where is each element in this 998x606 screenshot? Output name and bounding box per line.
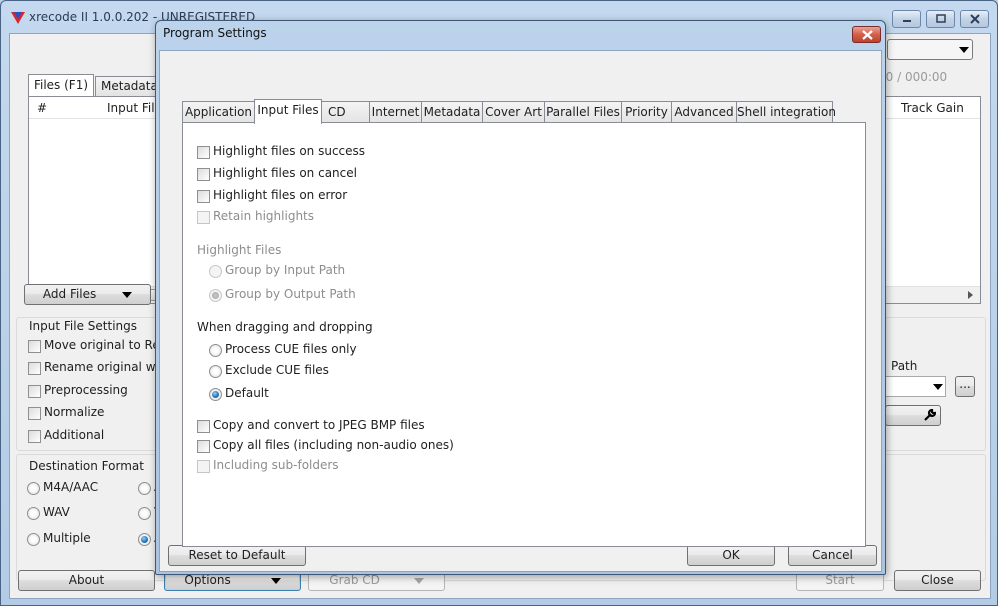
normalize-label: Normalize — [44, 405, 105, 419]
profile-dropdown[interactable] — [887, 39, 973, 60]
additional-checkbox[interactable] — [28, 430, 41, 443]
add-files-label: Add Files — [42, 287, 97, 301]
main-close-window-button[interactable] — [960, 10, 989, 28]
default-radio[interactable] — [209, 388, 222, 401]
process-cue-only-label: Process CUE files only — [225, 342, 357, 356]
chevron-down-icon — [413, 577, 424, 584]
group-by-output-path-label: Group by Output Path — [225, 287, 356, 301]
xrecode-app-icon — [11, 12, 25, 24]
preprocessing-checkbox[interactable] — [28, 385, 41, 398]
highlight-error-label: Highlight files on error — [213, 188, 348, 202]
input-files-tab-page: Highlight files on success Highlight fil… — [182, 122, 866, 547]
minimize-icon — [902, 20, 911, 22]
group-by-input-path-radio — [209, 265, 222, 278]
wrench-icon — [924, 409, 936, 421]
dialog-close-button[interactable] — [852, 26, 881, 43]
normalize-checkbox[interactable] — [28, 407, 41, 420]
ok-button[interactable]: OK — [687, 545, 775, 566]
tab-advanced[interactable]: Advanced — [671, 101, 737, 123]
tab-internet[interactable]: Internet — [369, 101, 422, 123]
highlight-success-checkbox[interactable] — [197, 146, 210, 159]
maximize-icon — [935, 14, 946, 23]
tab-parallel-files[interactable]: Parallel Files — [544, 101, 622, 123]
tab-cd[interactable]: CD — [321, 101, 370, 123]
multiple-label: Multiple — [43, 531, 91, 545]
about-button[interactable]: About — [18, 570, 155, 591]
tab-cover-art[interactable]: Cover Art — [482, 101, 545, 123]
drag-drop-title: When dragging and dropping — [197, 320, 373, 334]
move-original-checkbox[interactable] — [28, 340, 41, 353]
exclude-cue-radio[interactable] — [209, 365, 222, 378]
rename-original-checkbox[interactable] — [28, 362, 41, 375]
chevron-down-icon — [270, 577, 281, 584]
additional-label: Additional — [44, 428, 105, 442]
column-input-file[interactable]: Input File — [107, 101, 162, 115]
maximize-button[interactable] — [926, 10, 955, 28]
copy-convert-jpeg-label: Copy and convert to JPEG BMP files — [213, 418, 425, 432]
exclude-cue-label: Exclude CUE files — [225, 363, 329, 377]
cancel-button[interactable]: Cancel — [788, 545, 877, 566]
output-path-field[interactable] — [885, 376, 946, 397]
destination-format-title: Destination Format — [29, 459, 144, 473]
chevron-down-icon — [122, 291, 133, 298]
highlight-files-title: Highlight Files — [197, 243, 282, 257]
path-label: Path — [891, 359, 918, 373]
preprocessing-label: Preprocessing — [44, 383, 128, 397]
retain-highlights-label: Retain highlights — [213, 209, 315, 223]
dialog-client-area: Application Input Files CD Internet Meta… — [159, 50, 882, 572]
separator — [193, 409, 854, 410]
format-radio-col2-1[interactable] — [138, 482, 151, 495]
copy-all-files-label: Copy all files (including non-audio ones… — [213, 438, 454, 452]
chevron-down-icon — [933, 384, 943, 390]
settings-wrench-button[interactable] — [885, 405, 941, 426]
grab-cd-label: Grab CD — [329, 573, 380, 587]
options-label: Options — [184, 573, 231, 587]
default-label: Default — [225, 386, 269, 400]
program-settings-dialog: Program Settings Application Input Files… — [155, 20, 886, 575]
m4a-aac-radio[interactable] — [27, 482, 40, 495]
reset-to-default-button[interactable]: Reset to Default — [168, 545, 306, 566]
tab-metadata[interactable]: Metadata — [421, 101, 483, 123]
copy-all-files-checkbox[interactable] — [197, 440, 210, 453]
tab-priority[interactable]: Priority — [621, 101, 672, 123]
browse-path-button[interactable]: ... — [955, 376, 975, 397]
separator — [193, 308, 854, 309]
add-files-button[interactable]: Add Files — [24, 284, 151, 305]
close-button[interactable]: Close — [894, 570, 981, 591]
highlight-cancel-checkbox[interactable] — [197, 168, 210, 181]
retain-highlights-checkbox — [197, 211, 210, 224]
close-icon — [862, 30, 873, 40]
format-radio-col2-3[interactable] — [138, 533, 151, 546]
highlight-cancel-label: Highlight files on cancel — [213, 166, 357, 180]
group-by-output-path-radio — [209, 289, 222, 302]
m4a-aac-label: M4A/AAC — [43, 480, 99, 494]
multiple-radio[interactable] — [27, 533, 40, 546]
scroll-right-icon — [968, 291, 973, 299]
tab-application[interactable]: Application — [182, 101, 255, 123]
process-cue-only-radio[interactable] — [209, 344, 222, 357]
highlight-success-label: Highlight files on success — [213, 144, 366, 158]
wav-label: WAV — [43, 505, 70, 519]
tab-files[interactable]: Files (F1) — [28, 74, 94, 96]
format-radio-col2-2[interactable] — [138, 507, 151, 520]
wav-radio[interactable] — [27, 507, 40, 520]
dialog-title: Program Settings — [163, 26, 267, 40]
including-subfolders-label: Including sub-folders — [213, 458, 339, 472]
minimize-button[interactable] — [892, 10, 921, 28]
tab-input-files[interactable]: Input Files — [254, 99, 322, 124]
group-by-input-path-label: Group by Input Path — [225, 263, 346, 277]
close-icon — [969, 14, 980, 24]
including-subfolders-checkbox — [197, 460, 210, 473]
column-track-gain[interactable]: Track Gain — [901, 101, 964, 115]
chevron-down-icon — [959, 47, 969, 53]
highlight-error-checkbox[interactable] — [197, 190, 210, 203]
copy-convert-jpeg-checkbox[interactable] — [197, 420, 210, 433]
move-original-label: Move original to Recy — [44, 338, 174, 352]
input-settings-title: Input File Settings — [29, 319, 137, 333]
column-number[interactable]: # — [37, 101, 47, 115]
separator — [193, 230, 854, 231]
tab-shell-integration[interactable]: Shell integration — [736, 101, 836, 123]
